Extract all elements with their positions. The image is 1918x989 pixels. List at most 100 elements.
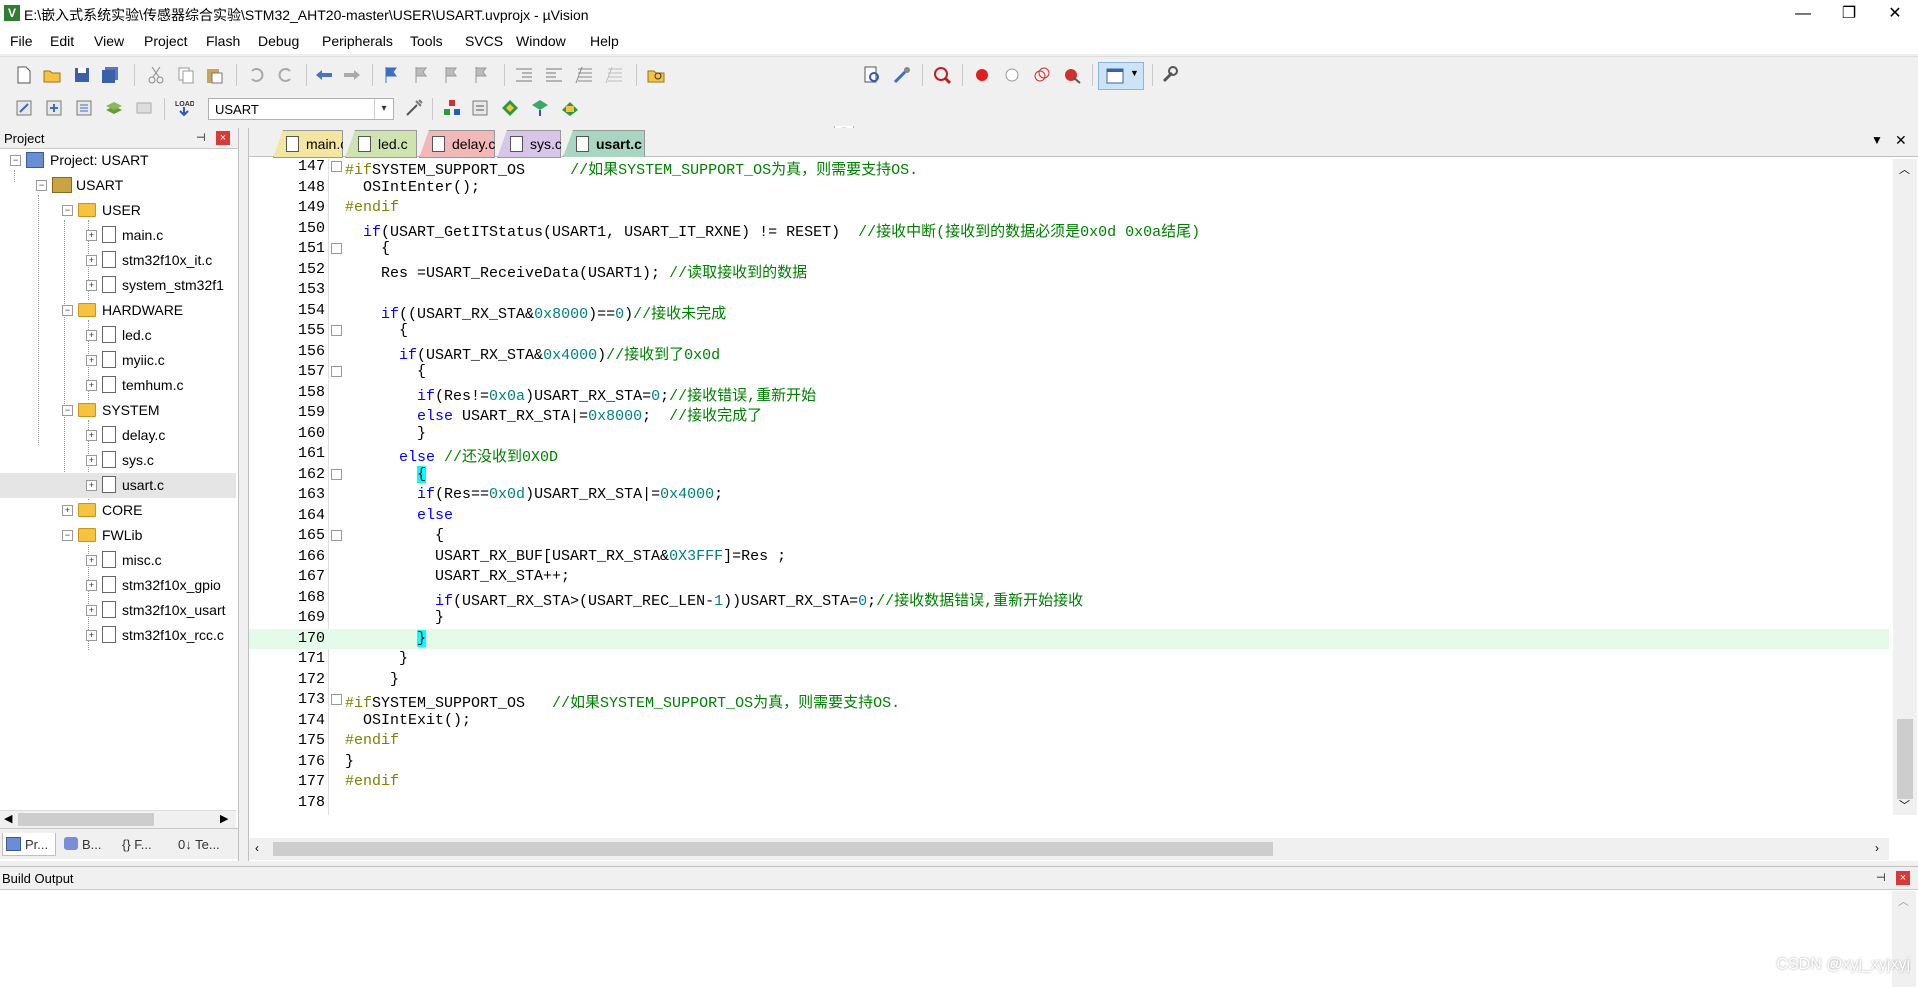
tree-item-core[interactable]: + CORE — [0, 498, 236, 523]
expand-icon[interactable]: + — [86, 255, 97, 266]
download-load-icon[interactable]: LOAD — [174, 98, 194, 118]
navigate-back-icon[interactable] — [314, 65, 334, 85]
collapse-icon[interactable]: − — [62, 205, 73, 216]
tree-item-usart-c[interactable]: + usart.c — [0, 473, 236, 498]
close-window-button[interactable]: ✕ — [1872, 0, 1918, 28]
fold-collapse-icon[interactable] — [331, 694, 342, 705]
expand-icon[interactable]: + — [86, 230, 97, 241]
stop-build-icon[interactable] — [134, 98, 154, 118]
code-line[interactable]: 170 } — [249, 628, 1889, 649]
code-line[interactable]: 155 { — [249, 321, 1889, 341]
minimize-button[interactable]: — — [1780, 0, 1826, 28]
scroll-left-icon[interactable]: ◀ — [4, 812, 12, 825]
pack-installer-icon[interactable] — [530, 98, 550, 118]
paste-icon[interactable] — [204, 65, 224, 85]
fold-collapse-icon[interactable] — [331, 325, 342, 336]
scroll-up-icon[interactable]: ︿ — [1898, 893, 1909, 909]
scroll-up-icon[interactable]: ︿ — [1899, 161, 1910, 177]
rebuild-icon[interactable] — [74, 98, 94, 118]
code-line[interactable]: 177 #endif — [249, 772, 1889, 792]
wrench-icon[interactable] — [1160, 65, 1180, 85]
tab-templates[interactable]: 0↓ Te... — [176, 833, 234, 855]
unindent-icon[interactable] — [544, 65, 564, 85]
expand-icon[interactable]: + — [86, 430, 97, 441]
code-line[interactable]: 169 } — [249, 608, 1889, 628]
code-line[interactable]: 157 { — [249, 362, 1889, 382]
tree-item-stm32f10x-it-c[interactable]: + stm32f10x_it.c — [0, 248, 236, 273]
options-for-target-icon[interactable] — [404, 98, 424, 118]
scrollbar-thumb[interactable] — [1897, 719, 1913, 799]
tab-sys-c[interactable]: sys.c — [497, 130, 561, 158]
target-select[interactable]: USART ▾ — [208, 98, 394, 120]
tree-item-sys-c[interactable]: + sys.c — [0, 448, 236, 473]
build-icon[interactable] — [44, 98, 64, 118]
save-all-icon[interactable] — [100, 65, 120, 85]
pin-icon[interactable]: ⊣ — [1876, 871, 1886, 884]
tree-item-main-c[interactable]: + main.c — [0, 223, 236, 248]
scroll-left-icon[interactable]: ‹ — [255, 841, 259, 855]
tab-project[interactable]: Pr... — [2, 833, 56, 856]
chevron-down-icon[interactable]: ▾ — [374, 99, 393, 119]
tab-usart-c[interactable]: usart.c — [563, 130, 645, 157]
collapse-icon[interactable]: − — [62, 305, 73, 316]
code-line[interactable]: 153 — [249, 280, 1889, 300]
code-line[interactable]: 168 if(USART_RX_STA>(USART_REC_LEN-1))US… — [249, 588, 1889, 610]
fold-collapse-icon[interactable] — [331, 161, 342, 172]
next-bookmark-icon[interactable] — [442, 65, 462, 85]
comment-icon[interactable] — [574, 65, 594, 85]
disable-all-breakpoints-icon[interactable] — [1032, 65, 1052, 85]
expand-icon[interactable]: + — [86, 355, 97, 366]
code-line[interactable]: 150 if(USART_GetITStatus(USART1, USART_I… — [249, 219, 1889, 241]
editor-horizontal-scrollbar[interactable]: ‹ › — [249, 838, 1889, 860]
translate-icon[interactable] — [14, 98, 34, 118]
code-line[interactable]: 152 Res =USART_ReceiveData(USART1); //读取… — [249, 260, 1889, 282]
open-folder-icon[interactable] — [42, 65, 62, 85]
project-horizontal-scrollbar[interactable]: ◀ ▶ — [0, 810, 236, 828]
expand-icon[interactable]: + — [86, 555, 97, 566]
code-line[interactable]: 173 #ifSYSTEM_SUPPORT_OS //如果SYSTEM_SUPPO… — [249, 690, 1889, 712]
save-icon[interactable] — [72, 65, 92, 85]
window-layout-button[interactable]: ▼ — [1098, 62, 1144, 90]
menu-flash[interactable]: Flash — [206, 33, 240, 49]
start-debug-icon[interactable] — [932, 65, 952, 85]
menu-window[interactable]: Window — [516, 33, 566, 49]
tree-item-hardware[interactable]: − HARDWARE — [0, 298, 236, 323]
menu-view[interactable]: View — [94, 33, 124, 49]
copy-icon[interactable] — [176, 65, 196, 85]
tree-item-project-usart[interactable]: − Project: USART — [0, 148, 236, 173]
menu-file[interactable]: File — [10, 33, 33, 49]
collapse-icon[interactable]: − — [62, 530, 73, 541]
manage-run-time-icon[interactable] — [500, 98, 520, 118]
new-file-icon[interactable] — [14, 65, 34, 85]
expand-icon[interactable]: + — [86, 480, 97, 491]
code-line[interactable]: 147 #ifSYSTEM_SUPPORT_OS //如果SYSTEM_SUPPO… — [249, 159, 1889, 179]
tree-item-system[interactable]: − SYSTEM — [0, 398, 236, 423]
tree-item-fwlib[interactable]: − FWLib — [0, 523, 236, 548]
scroll-right-icon[interactable]: › — [1875, 841, 1879, 855]
configure-icon[interactable] — [892, 65, 912, 85]
batch-build-icon[interactable] — [104, 98, 124, 118]
code-line[interactable]: 151 { — [249, 239, 1889, 259]
scrollbar-thumb[interactable] — [273, 842, 1273, 856]
expand-icon[interactable]: + — [86, 630, 97, 641]
scroll-right-icon[interactable]: ▶ — [220, 812, 228, 825]
code-line[interactable]: 163 if(Res==0x0d)USART_RX_STA|=0x4000; — [249, 485, 1889, 505]
tree-item-user[interactable]: − USER — [0, 198, 236, 223]
code-line[interactable]: 166 USART_RX_BUF[USART_RX_STA&0X3FFF]=Re… — [249, 547, 1889, 567]
scroll-down-icon[interactable]: ﹀ — [1899, 797, 1910, 813]
collapse-icon[interactable]: − — [36, 180, 47, 191]
expand-icon[interactable]: + — [86, 580, 97, 591]
code-line[interactable]: 156 if(USART_RX_STA&0x4000)//接收到了0x0d — [249, 342, 1889, 364]
collapse-icon[interactable]: − — [10, 155, 21, 166]
tab-delay-c[interactable]: delay.c — [419, 130, 495, 158]
breakpoint-icon[interactable] — [972, 65, 992, 85]
code-line[interactable]: 165 { — [249, 526, 1889, 546]
expand-icon[interactable]: + — [62, 505, 73, 516]
collapse-icon[interactable]: − — [62, 405, 73, 416]
code-line[interactable]: 167 USART_RX_STA++; — [249, 567, 1889, 587]
expand-icon[interactable]: + — [86, 280, 97, 291]
close-panel-icon[interactable]: × — [216, 131, 230, 145]
menu-debug[interactable]: Debug — [258, 33, 299, 49]
code-line[interactable]: 162 { — [249, 465, 1889, 485]
code-line[interactable]: 171 } — [249, 649, 1889, 669]
